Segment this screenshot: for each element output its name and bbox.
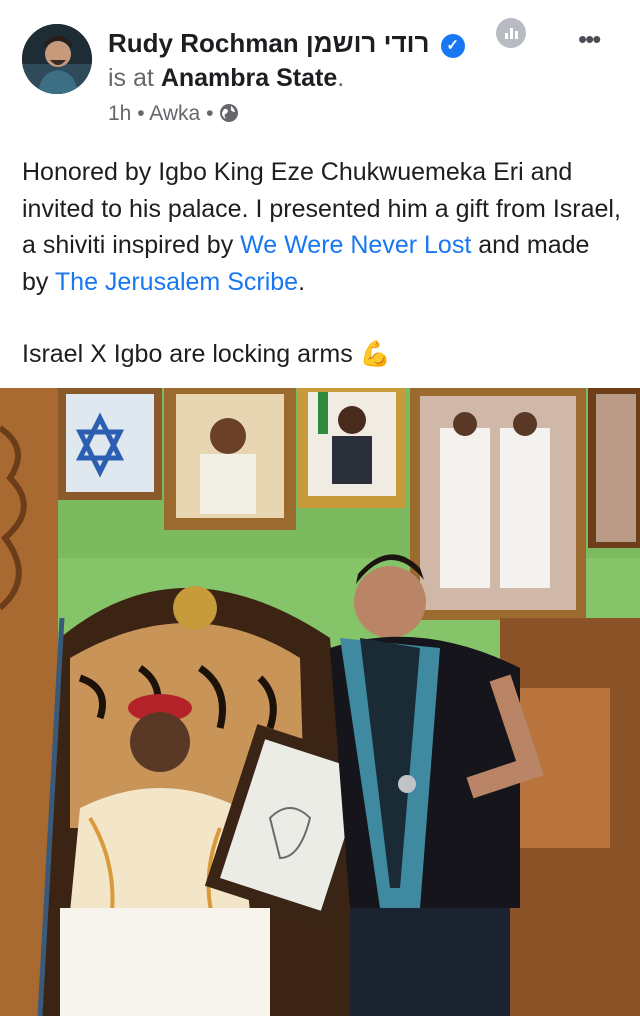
post-header: Rudy Rochman רודי רושמן ✓ is at Anambra … bbox=[0, 0, 640, 140]
author-name-line[interactable]: Rudy Rochman רודי רושמן ✓ bbox=[108, 28, 465, 59]
checkin-suffix: . bbox=[337, 64, 345, 92]
post-paragraph: Honored by Igbo King Eze Chukwuemeka Eri… bbox=[22, 154, 622, 300]
post-paragraph-2: Israel X Igbo are locking arms 💪 bbox=[22, 336, 622, 373]
flexed-biceps-icon: 💪 bbox=[359, 340, 391, 368]
insights-icon[interactable] bbox=[496, 18, 526, 48]
globe-icon[interactable] bbox=[219, 103, 239, 123]
author-avatar[interactable] bbox=[22, 24, 92, 94]
more-options-icon[interactable]: ••• bbox=[578, 24, 601, 55]
post-body: Honored by Igbo King Eze Chukwuemeka Eri… bbox=[22, 154, 622, 373]
checkin-place[interactable]: Anambra State bbox=[161, 64, 337, 92]
post-text-4: Israel X Igbo are locking arms bbox=[22, 340, 353, 368]
verified-badge-icon: ✓ bbox=[440, 34, 465, 58]
author-name-hebrew[interactable]: רודי רושמן bbox=[306, 28, 430, 58]
post-photo[interactable] bbox=[0, 388, 640, 1016]
checkin-line: is at Anambra State. bbox=[108, 64, 344, 93]
post-time[interactable]: 1h bbox=[108, 102, 131, 125]
checkin-prefix: is at bbox=[108, 64, 154, 92]
post-location[interactable]: Awka bbox=[149, 102, 200, 125]
author-name[interactable]: Rudy Rochman bbox=[108, 28, 299, 58]
link-we-were-never-lost[interactable]: We Were Never Lost bbox=[240, 231, 471, 259]
post-meta: 1h • Awka • bbox=[108, 102, 239, 126]
post-text-3: . bbox=[298, 267, 306, 296]
meta-separator-2: • bbox=[206, 102, 214, 125]
meta-separator: • bbox=[137, 102, 145, 125]
link-jerusalem-scribe[interactable]: The Jerusalem Scribe bbox=[55, 268, 298, 296]
